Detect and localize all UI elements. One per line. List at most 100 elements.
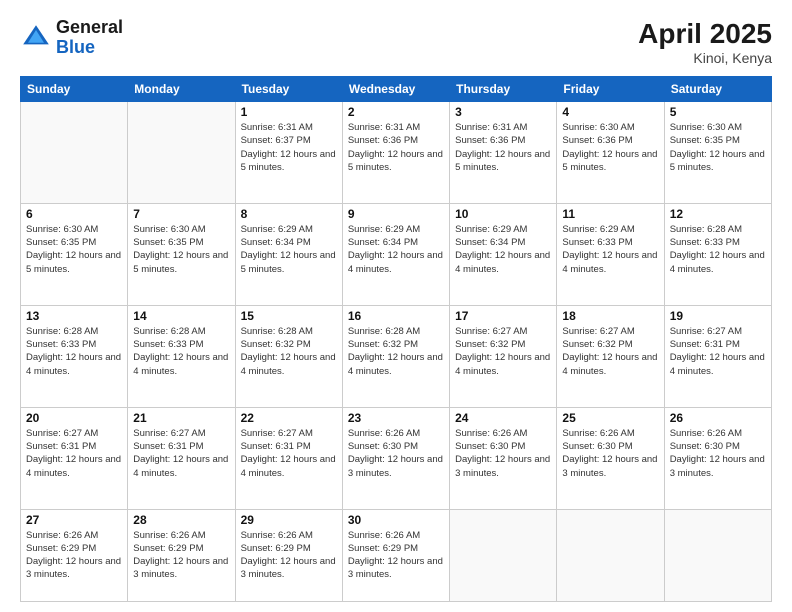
day-number: 29 (241, 513, 337, 527)
calendar-cell: 10 Sunrise: 6:29 AM Sunset: 6:34 PM Dayli… (450, 203, 557, 305)
calendar-header-friday: Friday (557, 77, 664, 102)
calendar-cell: 19 Sunrise: 6:27 AM Sunset: 6:31 PM Dayli… (664, 305, 771, 407)
calendar-cell: 12Sunrise: 6:28 AM Sunset: 6:33 PM Dayli… (664, 203, 771, 305)
calendar-header-monday: Monday (128, 77, 235, 102)
day-number: 19 (670, 309, 766, 323)
calendar-header-sunday: Sunday (21, 77, 128, 102)
logo-general: General (56, 17, 123, 37)
day-info: Sunrise: 6:26 AM Sunset: 6:29 PM Dayligh… (26, 529, 122, 582)
day-number: 1 (241, 105, 337, 119)
title-block: April 2025 Kinoi, Kenya (638, 18, 772, 66)
calendar-header-thursday: Thursday (450, 77, 557, 102)
day-number: 26 (670, 411, 766, 425)
day-number: 23 (348, 411, 444, 425)
day-info: Sunrise: 6:27 AM Sunset: 6:31 PM Dayligh… (26, 427, 122, 480)
day-number: 28 (133, 513, 229, 527)
day-number: 21 (133, 411, 229, 425)
calendar-cell (557, 509, 664, 601)
calendar-cell: 14Sunrise: 6:28 AM Sunset: 6:33 PM Dayli… (128, 305, 235, 407)
day-number: 3 (455, 105, 551, 119)
calendar-cell: 22Sunrise: 6:27 AM Sunset: 6:31 PM Dayli… (235, 407, 342, 509)
day-number: 10 (455, 207, 551, 221)
location: Kinoi, Kenya (638, 50, 772, 66)
calendar-cell: 15 Sunrise: 6:28 AM Sunset: 6:32 PM Dayli… (235, 305, 342, 407)
day-info: Sunrise: 6:29 AM Sunset: 6:34 PM Dayligh… (241, 223, 337, 276)
day-number: 25 (562, 411, 658, 425)
day-number: 2 (348, 105, 444, 119)
calendar-week-row: 20 Sunrise: 6:27 AM Sunset: 6:31 PM Dayli… (21, 407, 772, 509)
day-number: 11 (562, 207, 658, 221)
day-number: 12 (670, 207, 766, 221)
calendar-cell (128, 102, 235, 204)
calendar-cell (450, 509, 557, 601)
calendar-cell: 5 Sunrise: 6:30 AM Sunset: 6:35 PM Daylig… (664, 102, 771, 204)
day-info: Sunrise: 6:26 AM Sunset: 6:30 PM Dayligh… (348, 427, 444, 480)
day-info: Sunrise: 6:30 AM Sunset: 6:35 PM Dayligh… (670, 121, 766, 174)
calendar-cell: 24Sunrise: 6:26 AM Sunset: 6:30 PM Dayli… (450, 407, 557, 509)
calendar-cell: 21 Sunrise: 6:27 AM Sunset: 6:31 PM Dayli… (128, 407, 235, 509)
calendar-cell: 7 Sunrise: 6:30 AM Sunset: 6:35 PM Daylig… (128, 203, 235, 305)
calendar-week-row: 1 Sunrise: 6:31 AM Sunset: 6:37 PM Daylig… (21, 102, 772, 204)
day-info: Sunrise: 6:28 AM Sunset: 6:33 PM Dayligh… (133, 325, 229, 378)
calendar-cell: 3 Sunrise: 6:31 AM Sunset: 6:36 PM Daylig… (450, 102, 557, 204)
calendar-cell: 30Sunrise: 6:26 AM Sunset: 6:29 PM Dayli… (342, 509, 449, 601)
day-number: 9 (348, 207, 444, 221)
calendar-cell (664, 509, 771, 601)
day-number: 6 (26, 207, 122, 221)
calendar-header-wednesday: Wednesday (342, 77, 449, 102)
day-number: 18 (562, 309, 658, 323)
day-number: 5 (670, 105, 766, 119)
day-info: Sunrise: 6:26 AM Sunset: 6:29 PM Dayligh… (241, 529, 337, 582)
logo-blue: Blue (56, 37, 95, 57)
day-number: 16 (348, 309, 444, 323)
calendar-cell: 9 Sunrise: 6:29 AM Sunset: 6:34 PM Daylig… (342, 203, 449, 305)
day-number: 8 (241, 207, 337, 221)
day-number: 4 (562, 105, 658, 119)
day-number: 27 (26, 513, 122, 527)
day-info: Sunrise: 6:28 AM Sunset: 6:33 PM Dayligh… (26, 325, 122, 378)
calendar-cell: 25Sunrise: 6:26 AM Sunset: 6:30 PM Dayli… (557, 407, 664, 509)
calendar-cell: 23 Sunrise: 6:26 AM Sunset: 6:30 PM Dayli… (342, 407, 449, 509)
calendar-header-saturday: Saturday (664, 77, 771, 102)
day-number: 20 (26, 411, 122, 425)
day-info: Sunrise: 6:27 AM Sunset: 6:32 PM Dayligh… (562, 325, 658, 378)
day-info: Sunrise: 6:31 AM Sunset: 6:37 PM Dayligh… (241, 121, 337, 174)
calendar-cell: 17Sunrise: 6:27 AM Sunset: 6:32 PM Dayli… (450, 305, 557, 407)
day-info: Sunrise: 6:27 AM Sunset: 6:31 PM Dayligh… (670, 325, 766, 378)
day-info: Sunrise: 6:28 AM Sunset: 6:32 PM Dayligh… (241, 325, 337, 378)
day-info: Sunrise: 6:31 AM Sunset: 6:36 PM Dayligh… (455, 121, 551, 174)
day-info: Sunrise: 6:26 AM Sunset: 6:30 PM Dayligh… (670, 427, 766, 480)
page: General Blue April 2025 Kinoi, Kenya Sun… (0, 0, 792, 612)
day-info: Sunrise: 6:28 AM Sunset: 6:32 PM Dayligh… (348, 325, 444, 378)
calendar-cell: 29 Sunrise: 6:26 AM Sunset: 6:29 PM Dayli… (235, 509, 342, 601)
calendar-cell: 2Sunrise: 6:31 AM Sunset: 6:36 PM Daylig… (342, 102, 449, 204)
day-info: Sunrise: 6:26 AM Sunset: 6:29 PM Dayligh… (133, 529, 229, 582)
calendar-cell: 20 Sunrise: 6:27 AM Sunset: 6:31 PM Dayli… (21, 407, 128, 509)
day-info: Sunrise: 6:26 AM Sunset: 6:30 PM Dayligh… (455, 427, 551, 480)
day-number: 15 (241, 309, 337, 323)
day-info: Sunrise: 6:27 AM Sunset: 6:31 PM Dayligh… (133, 427, 229, 480)
calendar-cell: 18 Sunrise: 6:27 AM Sunset: 6:32 PM Dayli… (557, 305, 664, 407)
calendar-header-tuesday: Tuesday (235, 77, 342, 102)
calendar-cell: 11 Sunrise: 6:29 AM Sunset: 6:33 PM Dayli… (557, 203, 664, 305)
day-info: Sunrise: 6:27 AM Sunset: 6:32 PM Dayligh… (455, 325, 551, 378)
day-info: Sunrise: 6:29 AM Sunset: 6:34 PM Dayligh… (455, 223, 551, 276)
day-info: Sunrise: 6:29 AM Sunset: 6:33 PM Dayligh… (562, 223, 658, 276)
day-number: 7 (133, 207, 229, 221)
calendar-week-row: 6 Sunrise: 6:30 AM Sunset: 6:35 PM Daylig… (21, 203, 772, 305)
calendar-cell: 26 Sunrise: 6:26 AM Sunset: 6:30 PM Dayli… (664, 407, 771, 509)
calendar-week-row: 13 Sunrise: 6:28 AM Sunset: 6:33 PM Dayli… (21, 305, 772, 407)
header: General Blue April 2025 Kinoi, Kenya (20, 18, 772, 66)
day-info: Sunrise: 6:30 AM Sunset: 6:35 PM Dayligh… (133, 223, 229, 276)
day-info: Sunrise: 6:26 AM Sunset: 6:29 PM Dayligh… (348, 529, 444, 582)
calendar-cell: 16 Sunrise: 6:28 AM Sunset: 6:32 PM Dayli… (342, 305, 449, 407)
calendar-header-row: SundayMondayTuesdayWednesdayThursdayFrid… (21, 77, 772, 102)
logo-text: General Blue (56, 18, 123, 58)
day-number: 13 (26, 309, 122, 323)
calendar-week-row: 27 Sunrise: 6:26 AM Sunset: 6:29 PM Dayli… (21, 509, 772, 601)
calendar: SundayMondayTuesdayWednesdayThursdayFrid… (20, 76, 772, 602)
day-info: Sunrise: 6:30 AM Sunset: 6:35 PM Dayligh… (26, 223, 122, 276)
calendar-cell: 27 Sunrise: 6:26 AM Sunset: 6:29 PM Dayli… (21, 509, 128, 601)
day-info: Sunrise: 6:29 AM Sunset: 6:34 PM Dayligh… (348, 223, 444, 276)
calendar-cell: 8 Sunrise: 6:29 AM Sunset: 6:34 PM Daylig… (235, 203, 342, 305)
